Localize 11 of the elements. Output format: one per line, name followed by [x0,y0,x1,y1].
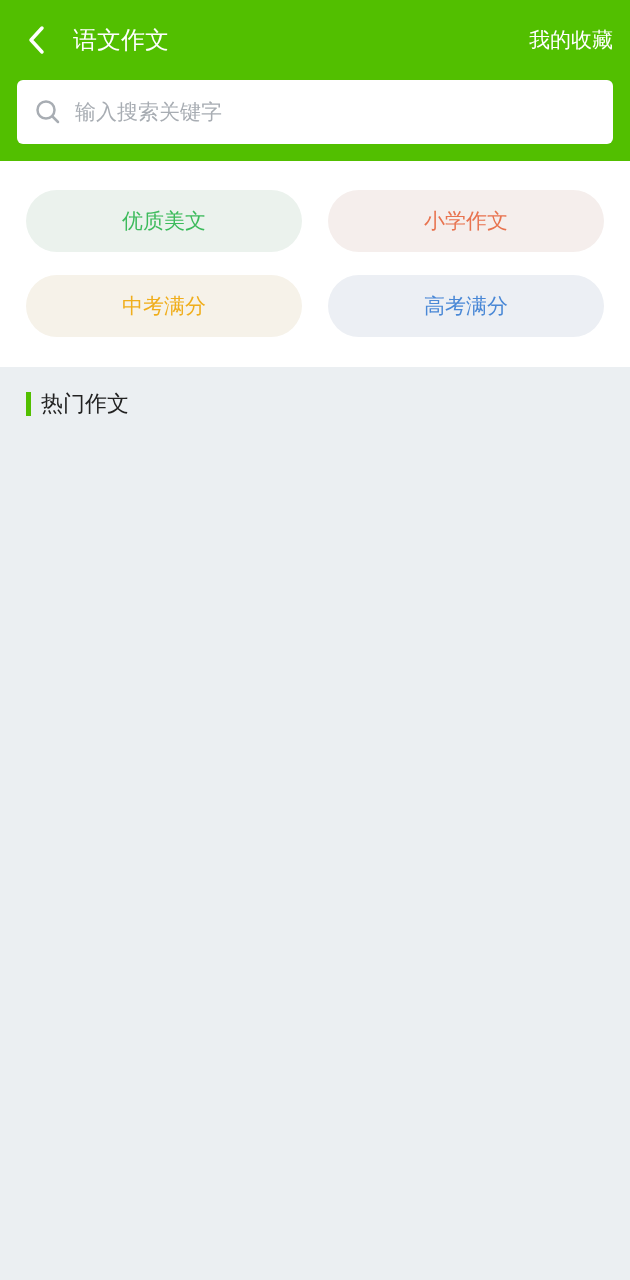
back-icon [27,25,45,55]
category-button[interactable]: 小学作文 [328,190,604,252]
search-icon [35,99,61,125]
search-field[interactable]: 输入搜索关键字 [17,80,613,144]
section-title: 热门作文 [41,390,129,418]
page-title: 语文作文 [73,25,170,56]
category-button[interactable]: 优质美文 [26,190,302,252]
section-marker [26,392,31,416]
category-button[interactable]: 高考满分 [328,275,604,337]
category-button[interactable]: 中考满分 [26,275,302,337]
favorites-link[interactable]: 我的收藏 [529,26,613,54]
